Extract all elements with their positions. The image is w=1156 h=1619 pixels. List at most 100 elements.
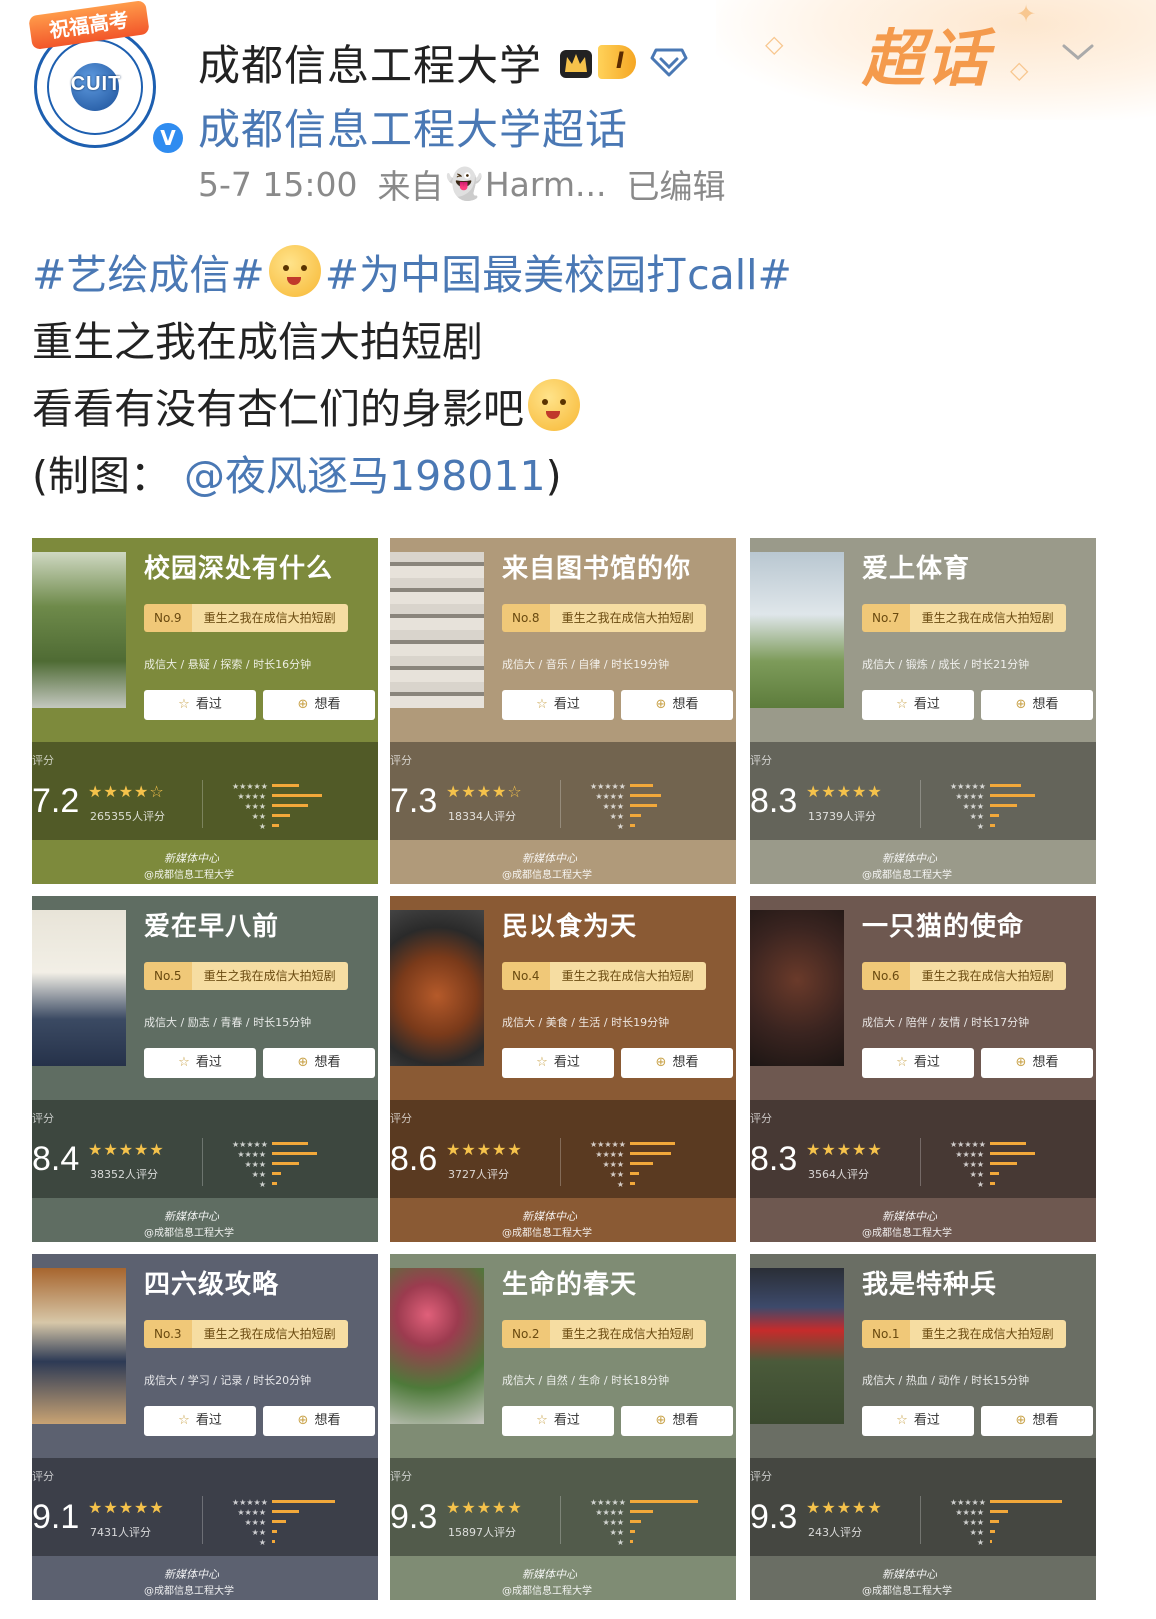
want-button: ⊕ 想看 <box>981 1048 1093 1078</box>
rating-count: 13739人评分 <box>808 810 876 823</box>
source-device[interactable]: Harm... <box>485 165 607 204</box>
rating-distribution <box>630 784 720 834</box>
watermark-top: 新媒体中心 <box>882 1210 937 1223</box>
chevron-down-icon[interactable] <box>1060 40 1096 64</box>
rating-bar <box>630 1152 671 1155</box>
topic-link[interactable]: #艺绘成信# <box>32 251 265 299</box>
rating-score: 7.2 <box>32 782 80 820</box>
image-card[interactable]: 生命的春天 No.2 重生之我在成信大拍短剧 成信大 / 自然 / 生命 / 时… <box>390 1254 736 1600</box>
want-label: 想看 <box>1032 1055 1059 1070</box>
image-card[interactable]: 来自图书馆的你 No.8 重生之我在成信大拍短剧 成信大 / 音乐 / 自律 /… <box>390 538 736 884</box>
rating-bar <box>630 804 657 807</box>
image-card[interactable]: 四六级攻略 No.3 重生之我在成信大拍短剧 成信大 / 学习 / 记录 / 时… <box>32 1254 378 1600</box>
rating-bar <box>272 1530 277 1533</box>
rating-count: 38352人评分 <box>90 1168 158 1181</box>
level-badge[interactable]: I <box>598 45 637 79</box>
watermark: 新媒体中心 @成都信息工程大学 <box>862 1566 952 1597</box>
card-photo <box>32 552 126 708</box>
divider <box>920 1138 921 1186</box>
rating-bar <box>630 784 653 787</box>
seen-label: 看过 <box>195 697 222 712</box>
mention-link[interactable]: @夜风逐马198011 <box>184 452 546 500</box>
credit-prefix: (制图： <box>32 452 171 500</box>
rating-bar <box>990 784 1021 787</box>
rating-label: 评分 <box>390 1470 412 1483</box>
rating-bar <box>630 1142 675 1145</box>
blush-emoji-icon <box>268 245 321 297</box>
genre-line: 成信大 / 锻炼 / 成长 / 时长21分钟 <box>862 658 1030 671</box>
star-levels: ★★★★★ ★★★★ ★★★ ★★ ★ <box>590 1498 626 1547</box>
shush-emoji-icon <box>528 379 580 431</box>
rating-bar <box>990 1500 1062 1503</box>
rating-bar <box>630 1520 641 1523</box>
rank-tag: No.7 重生之我在成信大拍短剧 <box>862 604 1066 632</box>
rank-tag: No.2 重生之我在成信大拍短剧 <box>502 1320 706 1348</box>
card-title: 爱上体育 <box>862 554 971 584</box>
want-label: 想看 <box>314 1413 341 1428</box>
bookmark-icon: ⊕ <box>297 1055 309 1070</box>
card-photo <box>750 1268 844 1424</box>
rank-number: No.8 <box>502 604 550 632</box>
card-photo <box>32 1268 126 1424</box>
rating-count: 265355人评分 <box>90 810 165 823</box>
rating-bar <box>630 794 661 797</box>
seen-label: 看过 <box>913 697 940 712</box>
edited-label[interactable]: 已编辑 <box>627 160 726 208</box>
divider <box>202 780 203 828</box>
rank-number: No.4 <box>502 962 550 990</box>
super-topic-logo[interactable]: 超话 <box>862 8 990 98</box>
rating-label: 评分 <box>32 1470 54 1483</box>
watermark: 新媒体中心 @成都信息工程大学 <box>144 1566 234 1597</box>
star-levels: ★★★★★ ★★★★ ★★★ ★★ ★ <box>590 1140 626 1189</box>
star-outline-icon: ☆ <box>178 1413 190 1428</box>
sparkle-icon: ◇ <box>1010 56 1029 84</box>
rating-bar <box>272 1182 277 1185</box>
watermark-handle: @成都信息工程大学 <box>502 1228 592 1239</box>
want-label: 想看 <box>1032 697 1059 712</box>
rank-tag: No.6 重生之我在成信大拍短剧 <box>862 962 1066 990</box>
seen-label: 看过 <box>553 1055 580 1070</box>
avatar[interactable]: CUIT 祝福高考 V <box>28 0 186 156</box>
credit-suffix: ) <box>545 452 562 500</box>
timestamp: 5-7 15:00 <box>198 164 358 204</box>
sparkle-icon: ◇ <box>765 30 784 58</box>
rating-bar <box>272 1142 308 1145</box>
image-card[interactable]: 爱在早八前 No.5 重生之我在成信大拍短剧 成信大 / 励志 / 青春 / 时… <box>32 896 378 1242</box>
divider <box>202 1138 203 1186</box>
want-label: 想看 <box>672 1413 699 1428</box>
account-name[interactable]: 成都信息工程大学 <box>198 32 542 93</box>
rating-stars: ★★★★★ <box>88 1140 165 1159</box>
star-levels: ★★★★★ ★★★★ ★★★ ★★ ★ <box>950 782 986 831</box>
image-card[interactable]: 校园深处有什么 No.9 重生之我在成信大拍短剧 成信大 / 悬疑 / 探索 /… <box>32 538 378 884</box>
rank-label: 重生之我在成信大拍短剧 <box>909 962 1066 990</box>
rating-distribution <box>630 1142 720 1192</box>
rating-distribution <box>990 784 1080 834</box>
card-title: 校园深处有什么 <box>144 554 334 584</box>
rating-bar <box>630 1500 698 1503</box>
watermark: 新媒体中心 @成都信息工程大学 <box>502 850 592 881</box>
rating-bar <box>990 1172 999 1175</box>
post-meta: 5-7 15:00 来自 👻 Harm... 已编辑 <box>198 160 726 208</box>
star-levels: ★★★★★ ★★★★ ★★★ ★★ ★ <box>950 1498 986 1547</box>
rating-bar <box>272 1510 299 1513</box>
super-topic-link[interactable]: 成都信息工程大学超话 <box>198 96 628 157</box>
rating-label: 评分 <box>390 754 412 767</box>
rating-panel: 评分 8.4 ★★★★★ 38352人评分 ★★★★★ ★★★★ ★★★ ★★ ★ <box>32 1100 378 1198</box>
card-title: 生命的春天 <box>502 1270 638 1300</box>
seen-button: ☆ 看过 <box>862 1048 974 1078</box>
star-outline-icon: ☆ <box>536 1055 548 1070</box>
image-card[interactable]: 一只猫的使命 No.6 重生之我在成信大拍短剧 成信大 / 陪伴 / 友情 / … <box>750 896 1096 1242</box>
want-button: ⊕ 想看 <box>621 690 733 720</box>
topic-link[interactable]: #为中国最美校园打call# <box>325 251 792 299</box>
rating-bar <box>272 1172 281 1175</box>
image-card[interactable]: 我是特种兵 No.1 重生之我在成信大拍短剧 成信大 / 热血 / 动作 / 时… <box>750 1254 1096 1600</box>
watermark-handle: @成都信息工程大学 <box>144 1586 234 1597</box>
star-levels: ★★★★★ ★★★★ ★★★ ★★ ★ <box>232 1498 268 1547</box>
rating-panel: 评分 8.3 ★★★★★ 13739人评分 ★★★★★ ★★★★ ★★★ ★★ ★ <box>750 742 1096 840</box>
image-card[interactable]: 民以食为天 No.4 重生之我在成信大拍短剧 成信大 / 美食 / 生活 / 时… <box>390 896 736 1242</box>
rating-bar <box>990 1510 1008 1513</box>
image-card[interactable]: 爱上体育 No.7 重生之我在成信大拍短剧 成信大 / 锻炼 / 成长 / 时长… <box>750 538 1096 884</box>
rank-tag: No.5 重生之我在成信大拍短剧 <box>144 962 348 990</box>
diamond-icon[interactable] <box>650 47 688 77</box>
genre-line: 成信大 / 美食 / 生活 / 时长19分钟 <box>502 1016 670 1029</box>
